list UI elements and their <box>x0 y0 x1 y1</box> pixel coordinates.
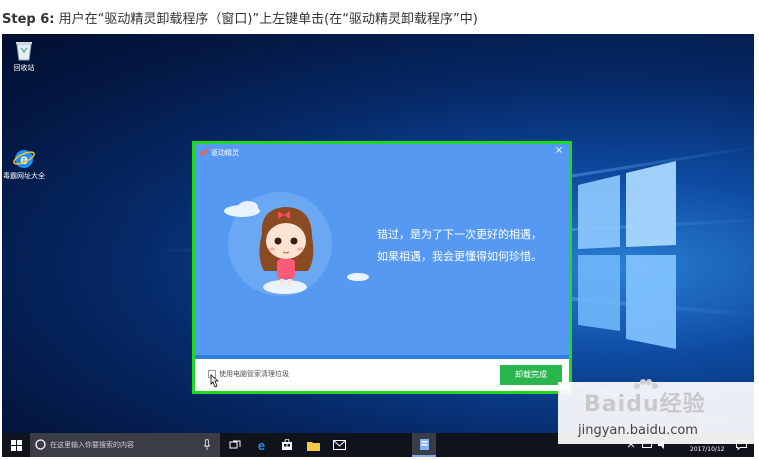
recycle-bin-icon <box>16 42 32 61</box>
desktop-icon-ie[interactable]: e 毒霸网址大全 <box>2 146 46 181</box>
mail-button[interactable] <box>328 433 350 457</box>
baidu-watermark: Baidu经验 jingyan.baidu.com <box>558 379 755 444</box>
driver-genius-logo-icon <box>199 147 209 157</box>
start-button[interactable] <box>4 433 28 457</box>
svg-text:e: e <box>257 439 264 452</box>
mail-icon <box>332 440 346 450</box>
farewell-message: 错过，是为了下一次更好的相遇， 如果相遇，我会更懂得如何珍惜。 <box>377 224 567 268</box>
dialog-titlebar[interactable]: 驱动精灵 × <box>195 144 569 162</box>
windows-start-icon <box>10 439 22 451</box>
ie-icon: e <box>13 150 35 168</box>
dialog-highlight: 驱动精灵 × 错过，是为了下一次更好的相遇， 如果相遇，我会更懂得如何珍惜。 使… <box>192 141 572 394</box>
task-view-icon <box>229 440 241 449</box>
message-line-2: 如果相遇，我会更懂得如何珍惜。 <box>377 250 542 263</box>
search-circle-icon <box>35 439 46 450</box>
step-label: Step 6: <box>2 12 55 27</box>
driver-genius-icon <box>419 438 429 450</box>
finish-uninstall-button[interactable]: 卸载完成 <box>500 365 562 385</box>
edge-button[interactable]: e <box>250 433 272 457</box>
uninstall-dialog[interactable]: 驱动精灵 × 错过，是为了下一次更好的相遇， 如果相遇，我会更懂得如何珍惜。 使… <box>195 144 569 391</box>
file-explorer-icon <box>306 441 320 451</box>
mouse-cursor-icon <box>210 374 219 388</box>
step-instruction: 用户在“驱动精灵卸载程序（窗口)”上左键单击(在“驱动精灵卸载程序”中) <box>58 12 478 27</box>
message-line-1: 错过，是为了下一次更好的相遇， <box>377 228 542 241</box>
checkbox-label: 使用电脑管家清理垃圾 <box>219 370 289 378</box>
store-button[interactable] <box>276 433 298 457</box>
taskbar-search-box[interactable]: 在这里输入你要搜索的内容 <box>30 433 220 457</box>
edge-icon: e <box>257 439 264 452</box>
windows-logo-wallpaper <box>578 161 676 349</box>
task-view-button[interactable] <box>224 433 246 457</box>
cartoon-girl-illustration <box>224 192 369 296</box>
search-placeholder: 在这里输入你要搜索的内容 <box>50 441 134 449</box>
file-explorer-button[interactable] <box>302 433 324 457</box>
watermark-brand: Baidu经验 <box>584 392 706 417</box>
desktop-icon-label: 回收站 <box>13 64 35 72</box>
store-icon <box>282 439 292 450</box>
close-icon[interactable]: × <box>553 145 565 159</box>
driver-genius-taskbar-button[interactable] <box>412 433 436 457</box>
microphone-icon[interactable] <box>203 439 211 451</box>
desktop-icon-recycle-bin[interactable]: 回收站 <box>2 38 46 73</box>
tray-date[interactable]: 2017/10/12 <box>690 446 725 453</box>
dialog-title: 驱动精灵 <box>211 149 239 157</box>
desktop-icon-label: 毒霸网址大全 <box>3 172 45 180</box>
dialog-footer: 使用电脑管家清理垃圾 卸载完成 <box>195 359 569 391</box>
step-header: Step 6: 用户在“驱动精灵卸载程序（窗口)”上左键单击(在“驱动精灵卸载程… <box>0 0 759 34</box>
watermark-site: jingyan.baidu.com <box>578 423 698 438</box>
